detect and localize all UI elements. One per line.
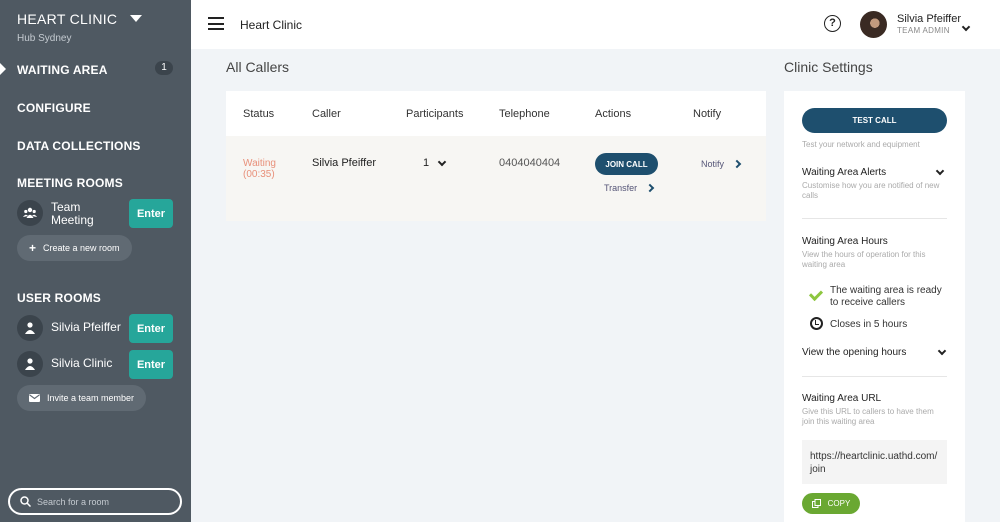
participants-count: 1 [423,157,430,169]
clock-icon [810,317,823,330]
enter-team-meeting-button[interactable]: Enter [129,199,173,228]
person-icon [17,315,43,341]
alerts-help: Customise how you are notified of new ca… [802,181,940,200]
join-call-button[interactable]: JOIN CALL [595,153,658,175]
test-call-button[interactable]: TEST CALL [802,108,947,133]
check-icon [808,286,824,302]
copy-label: COPY [827,499,851,508]
callers-table: Status Caller Participants Telephone Act… [226,91,766,221]
create-room-button[interactable]: + Create a new room [17,235,132,261]
ready-status: The waiting area is ready to receive cal… [830,285,942,308]
url-title: Waiting Area URL [802,393,882,404]
opening-hours-link[interactable]: View the opening hours [802,347,906,358]
chevron-right-icon [732,159,742,169]
envelope-icon [29,391,40,405]
status-label: Waiting [243,158,276,169]
telephone: 0404040404 [499,157,561,169]
enter-silvia-pfeiffer-button[interactable]: Enter [129,314,173,343]
divider [802,376,947,377]
copy-icon [811,499,821,508]
transfer-label: Transfer [604,183,638,193]
invite-team-member-button[interactable]: Invite a team member [17,385,147,411]
alerts-title[interactable]: Waiting Area Alerts [802,167,886,178]
enter-silvia-clinic-button[interactable]: Enter [129,350,173,379]
chevron-down-icon [437,157,447,166]
chevron-down-icon[interactable] [961,17,971,35]
room-search[interactable] [8,488,182,515]
user-room-silvia-pfeiffer: Silvia Pfeiffer Enter [17,314,173,344]
chevron-right-icon [645,183,655,193]
hours-help: View the hours of operation for this wai… [802,250,926,269]
group-icon [17,200,43,226]
user-room-label: Silvia Clinic [51,356,113,370]
test-call-help: Test your network and equipment [802,140,920,149]
clinic-name: HEART CLINIC [17,11,118,27]
clinic-location: Hub Sydney [17,33,72,44]
invite-label: Invite a team member [47,393,135,403]
topbar: Heart Clinic ? Silvia Pfeiffer TEAM ADMI… [191,0,1000,49]
create-room-label: Create a new room [43,243,120,253]
table-row [226,136,766,221]
user-role: TEAM ADMIN [897,26,950,35]
col-participants: Participants [406,108,464,120]
col-actions: Actions [595,108,632,120]
col-telephone: Telephone [499,108,550,120]
chevron-down-icon[interactable] [937,346,947,356]
user-room-silvia-clinic: Silvia Clinic Enter [17,350,173,380]
plus-icon: + [29,241,37,255]
notify-link[interactable]: Notify [701,159,742,169]
meeting-room-label: Team Meeting [51,200,94,227]
col-status: Status [243,108,275,120]
chevron-down-icon[interactable] [935,166,945,176]
col-notify: Notify [693,108,722,120]
search-icon [20,496,31,507]
user-name[interactable]: Silvia Pfeiffer [897,13,961,25]
participants-dropdown[interactable]: 1 [423,157,447,169]
status-waiting: Waiting (00:35) [243,158,276,180]
closes-status: Closes in 5 hours [830,319,908,330]
nav-configure[interactable]: CONFIGURE [17,101,91,115]
url-help: Give this URL to callers to have them jo… [802,407,934,426]
callers-title: All Callers [226,59,290,75]
wait-time: (00:35) [243,169,275,180]
hours-title: Waiting Area Hours [802,236,888,247]
waiting-area-url[interactable]: https://heartclinic.uathd.com/join [802,440,947,484]
nav-waiting-area[interactable]: WAITING AREA [17,63,108,77]
copy-url-button[interactable]: COPY [802,493,860,514]
sidebar: HEART CLINIC Hub Sydney WAITING AREA 1 C… [0,0,191,522]
nav-data-collections[interactable]: DATA COLLECTIONS [17,139,141,153]
active-nav-indicator [0,63,6,75]
avatar[interactable] [860,11,887,38]
settings-title: Clinic Settings [784,59,873,75]
menu-icon[interactable] [208,17,224,30]
transfer-link[interactable]: Transfer [604,183,655,193]
caret-down-icon [129,15,142,22]
clinic-switcher[interactable]: HEART CLINIC Hub Sydney [17,11,142,44]
room-search-input[interactable] [37,496,167,507]
caller-name: Silvia Pfeiffer [312,157,376,169]
help-icon[interactable]: ? [824,15,841,32]
meeting-rooms-heading: MEETING ROOMS [17,176,123,190]
notify-label: Notify [701,159,725,169]
clinic-settings-panel: TEST CALL Test your network and equipmen… [784,91,965,522]
col-caller: Caller [312,108,341,120]
meeting-room-team: Team Meeting Enter [17,199,173,229]
person-icon [17,351,43,377]
page-title: Heart Clinic [240,18,303,32]
divider [802,218,947,219]
user-room-label: Silvia Pfeiffer [51,320,121,334]
user-rooms-heading: USER ROOMS [17,291,102,305]
waiting-count-badge: 1 [155,61,173,75]
